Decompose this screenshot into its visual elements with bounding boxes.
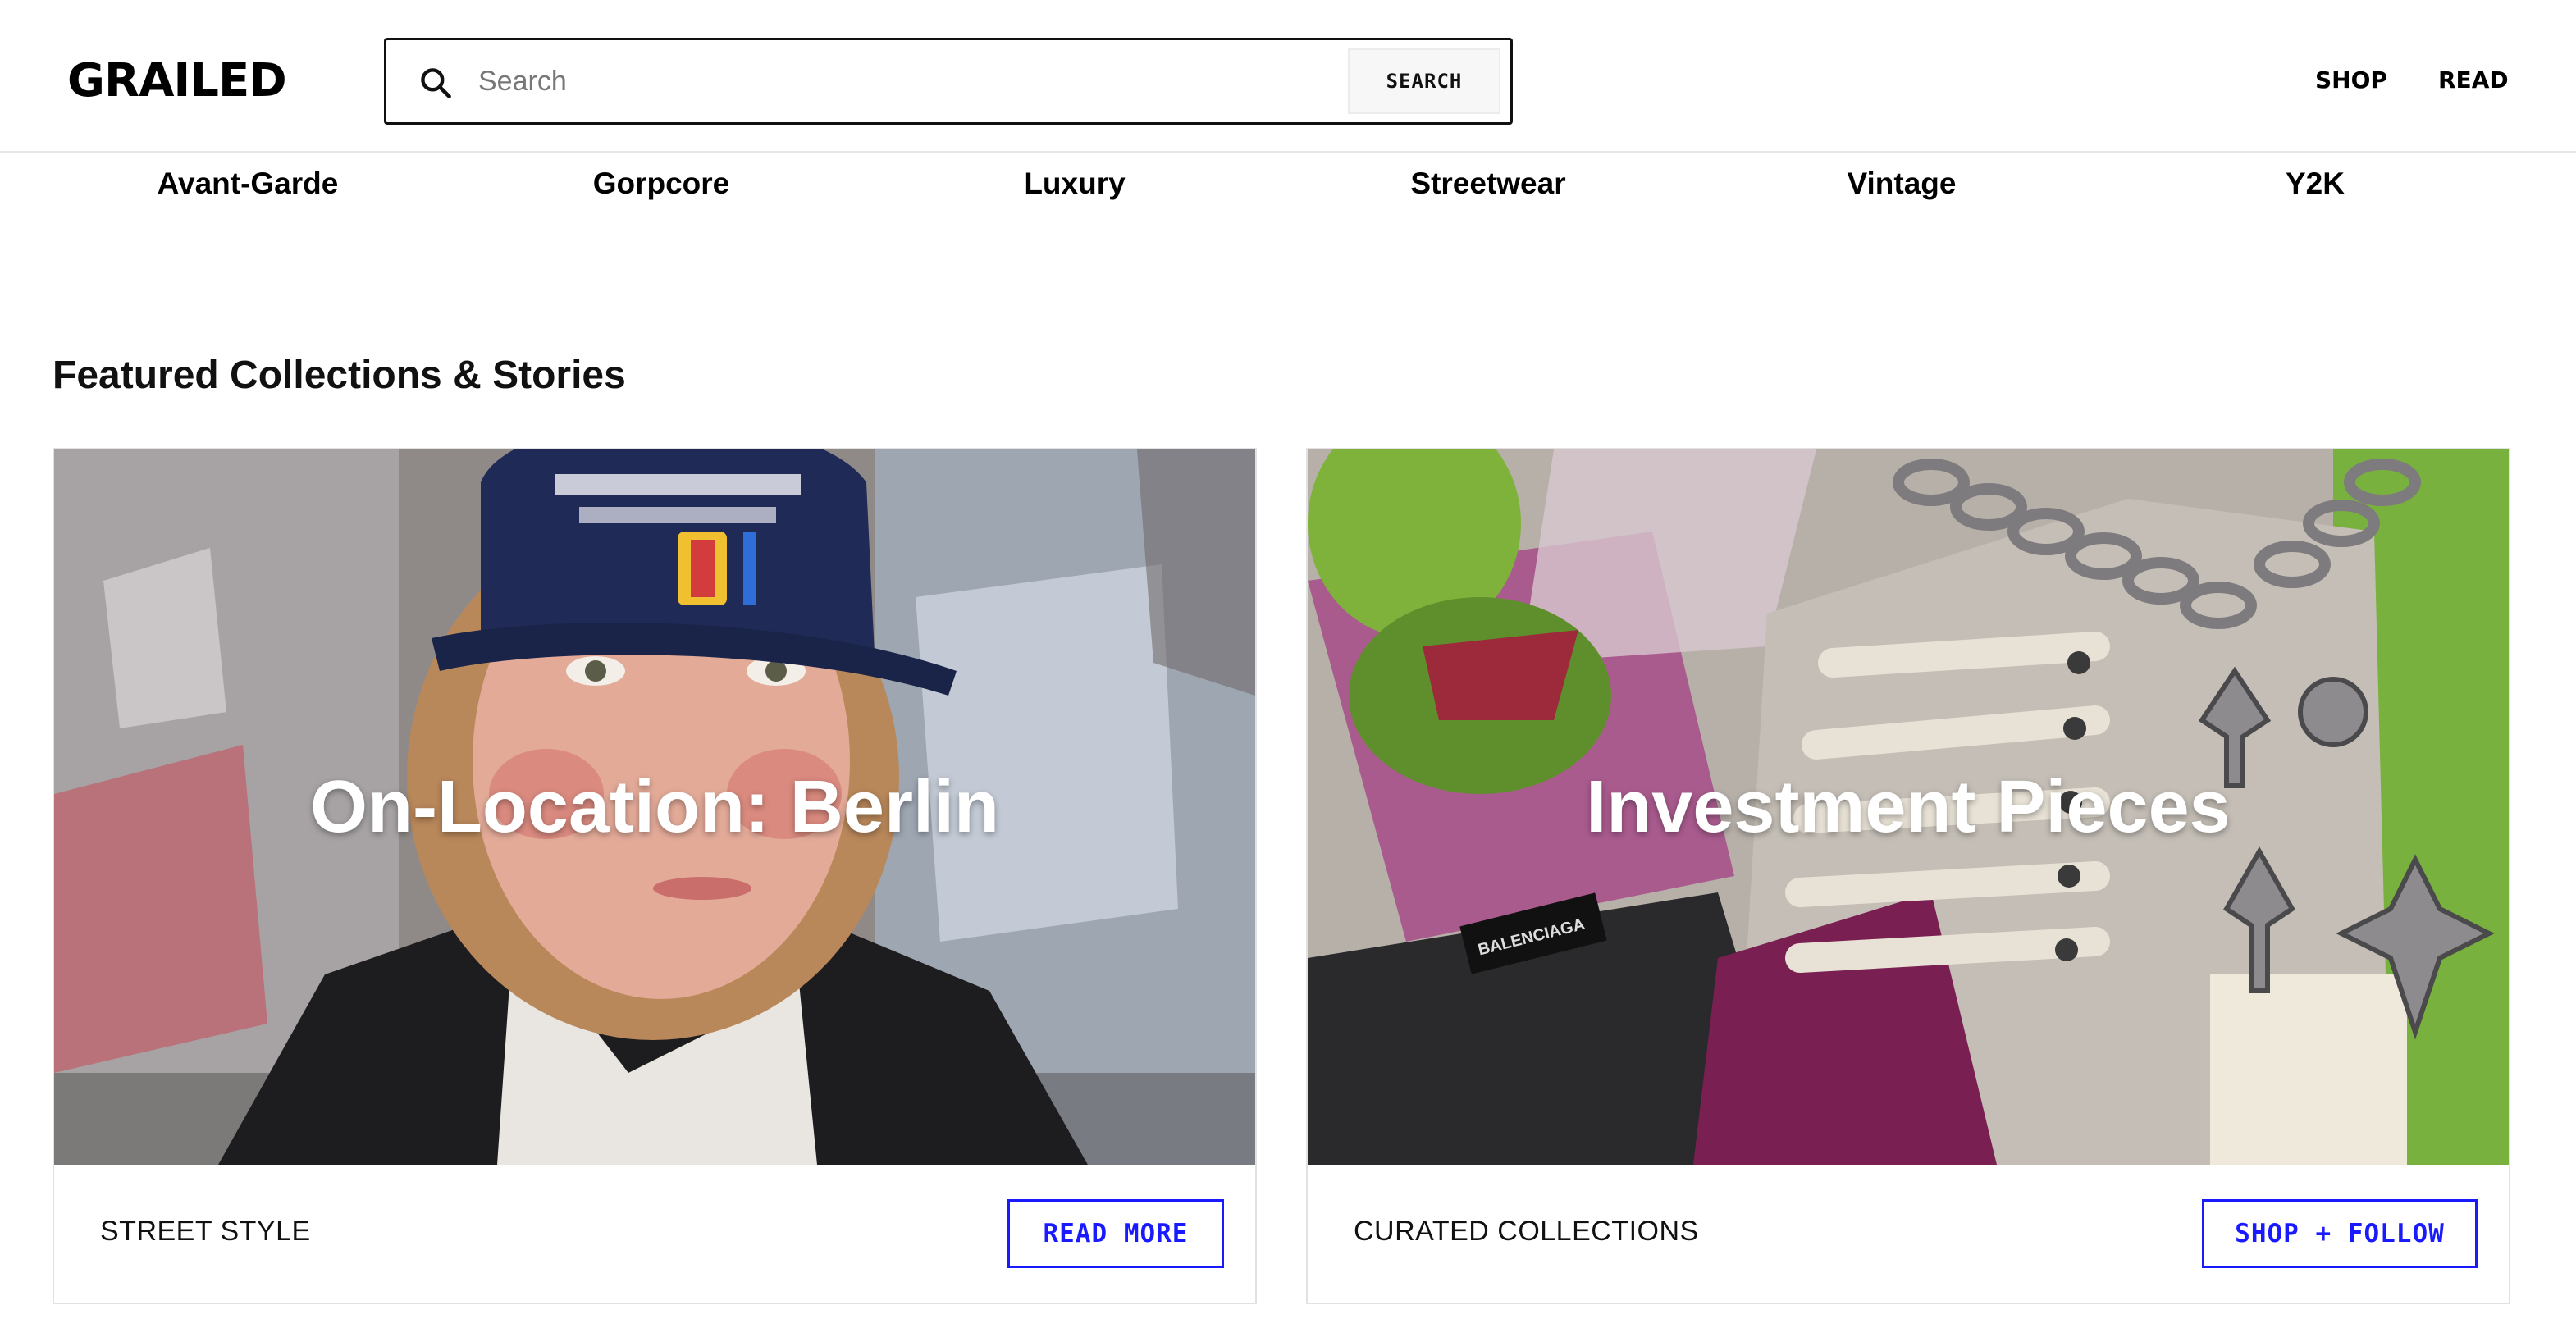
card-category-label: CURATED COLLECTIONS (1354, 1216, 1699, 1247)
search-bar: SEARCH (384, 38, 1513, 125)
category-nav: Avant-Garde Gorpcore Luxury Streetwear V… (0, 161, 2576, 207)
nav-read-link[interactable]: READ (2438, 64, 2509, 97)
card-footer: CURATED COLLECTIONS SHOP + FOLLOW (1308, 1165, 2509, 1303)
search-icon (421, 68, 451, 98)
category-streetwear[interactable]: Streetwear (1281, 161, 1695, 207)
category-y2k[interactable]: Y2K (2108, 161, 2522, 207)
nav-shop-link[interactable]: SHOP (2315, 64, 2387, 97)
read-more-button[interactable]: READ MORE (1007, 1199, 1224, 1268)
grailed-logo[interactable]: GRAILED (67, 52, 287, 110)
card-image-investment[interactable]: BALENCIAGA Investment Pieces (1308, 449, 2509, 1165)
card-category-label: STREET STYLE (100, 1216, 311, 1247)
category-luxury[interactable]: Luxury (868, 161, 1281, 207)
featured-card-berlin[interactable]: On-Location: Berlin STREET STYLE READ MO… (53, 448, 1257, 1304)
card-title-investment: Investment Pieces (1586, 766, 2231, 848)
card-title-berlin: On-Location: Berlin (310, 766, 999, 848)
card-footer: STREET STYLE READ MORE (54, 1165, 1255, 1303)
featured-card-investment[interactable]: BALENCIAGA Investment Pieces CURATED COL… (1306, 448, 2510, 1304)
shop-follow-button[interactable]: SHOP + FOLLOW (2202, 1199, 2478, 1268)
site-header: GRAILED SEARCH SHOP READ (0, 0, 2576, 153)
search-input[interactable] (478, 55, 1299, 107)
category-gorpcore[interactable]: Gorpcore (454, 161, 868, 207)
section-title: Featured Collections & Stories (53, 354, 626, 397)
category-vintage[interactable]: Vintage (1695, 161, 2108, 207)
search-button[interactable]: SEARCH (1348, 48, 1500, 114)
category-avant-garde[interactable]: Avant-Garde (41, 161, 454, 207)
card-image-berlin[interactable]: On-Location: Berlin (54, 449, 1255, 1165)
